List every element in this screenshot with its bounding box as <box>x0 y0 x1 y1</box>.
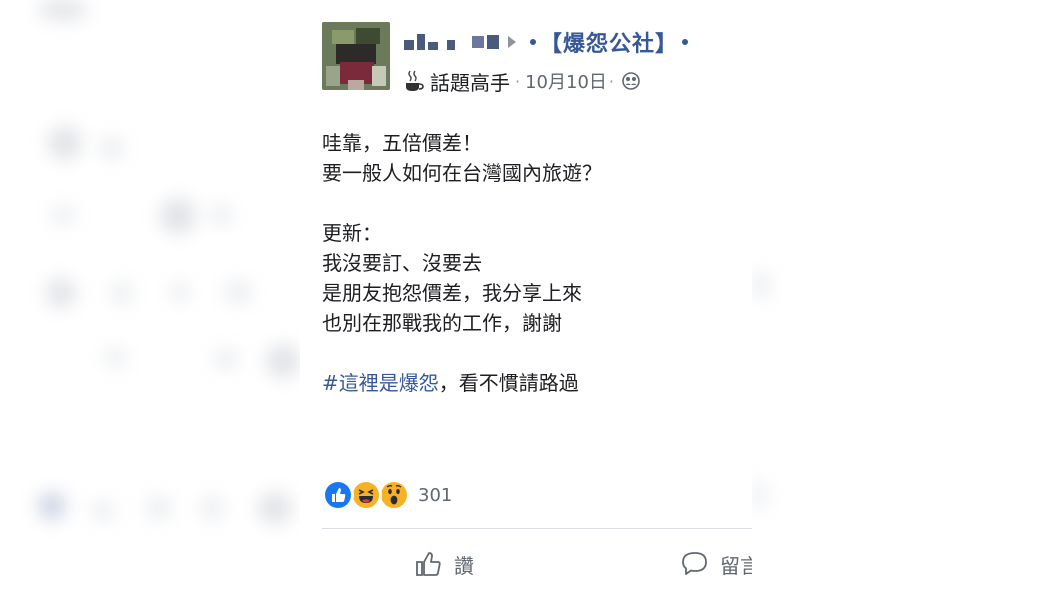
comment-button[interactable]: 留言 <box>680 546 752 582</box>
hashtag-line: #這裡是爆怨，看不慣請路過 <box>322 368 742 398</box>
caret-right-icon <box>508 36 516 48</box>
avatar[interactable] <box>322 22 390 90</box>
post-body: 哇靠，五倍價差！ 要一般人如何在台灣國內旅遊？ 更新： 我沒要訂、沒要去 是朋友… <box>322 128 742 398</box>
like-icon <box>322 479 354 511</box>
post-line: 更新： <box>322 221 382 245</box>
reactions-summary[interactable]: 301 <box>322 479 453 511</box>
comment-label: 留言 <box>720 553 752 578</box>
post-header-names: 【爆怨公社】 <box>404 26 692 58</box>
blurred-background-left <box>0 0 300 596</box>
separator-dot: · <box>608 71 614 91</box>
like-label: 讚 <box>454 553 474 578</box>
hashtag-tail: ，看不慣請路過 <box>438 371 579 395</box>
member-badge[interactable]: 話題高手 <box>430 67 510 96</box>
author-name-pixelated[interactable] <box>404 34 458 50</box>
comment-icon <box>682 552 707 575</box>
separator-dot: · <box>515 71 521 91</box>
coffee-cup-icon <box>406 70 424 91</box>
divider <box>322 528 752 529</box>
author-name-pixelated-2[interactable] <box>472 35 502 49</box>
post-line: 哇靠，五倍價差！ <box>322 131 482 155</box>
wow-icon <box>378 479 410 511</box>
post-date[interactable]: 10月10日 <box>525 68 607 94</box>
like-button[interactable]: 讚 <box>414 546 474 582</box>
thumbs-up-icon <box>416 552 441 576</box>
post-meta: 話題高手 · 10月10日 · <box>404 66 640 96</box>
group-name-link[interactable]: 【爆怨公社】 <box>540 26 678 58</box>
post-line: 要一般人如何在台灣國內旅遊？ <box>322 161 602 185</box>
facebook-post-card: 【爆怨公社】 話題高手 · 10月10日 · 哇靠，五倍價差！ 要一般人如何在台… <box>300 0 752 596</box>
hashtag-link[interactable]: #這裡是爆怨 <box>322 371 439 395</box>
post-line: 我沒要訂、沒要去 <box>322 251 482 275</box>
post-line: 是朋友抱怨價差，我分享上來 <box>322 281 582 305</box>
bullet-icon <box>682 39 689 45</box>
bullet-icon <box>530 39 536 45</box>
audience-group-icon[interactable] <box>622 72 640 90</box>
post-line: 也別在那戰我的工作，謝謝 <box>322 311 562 335</box>
reaction-count: 301 <box>418 484 453 506</box>
haha-icon <box>350 479 382 511</box>
blurred-background-right <box>752 0 1060 596</box>
